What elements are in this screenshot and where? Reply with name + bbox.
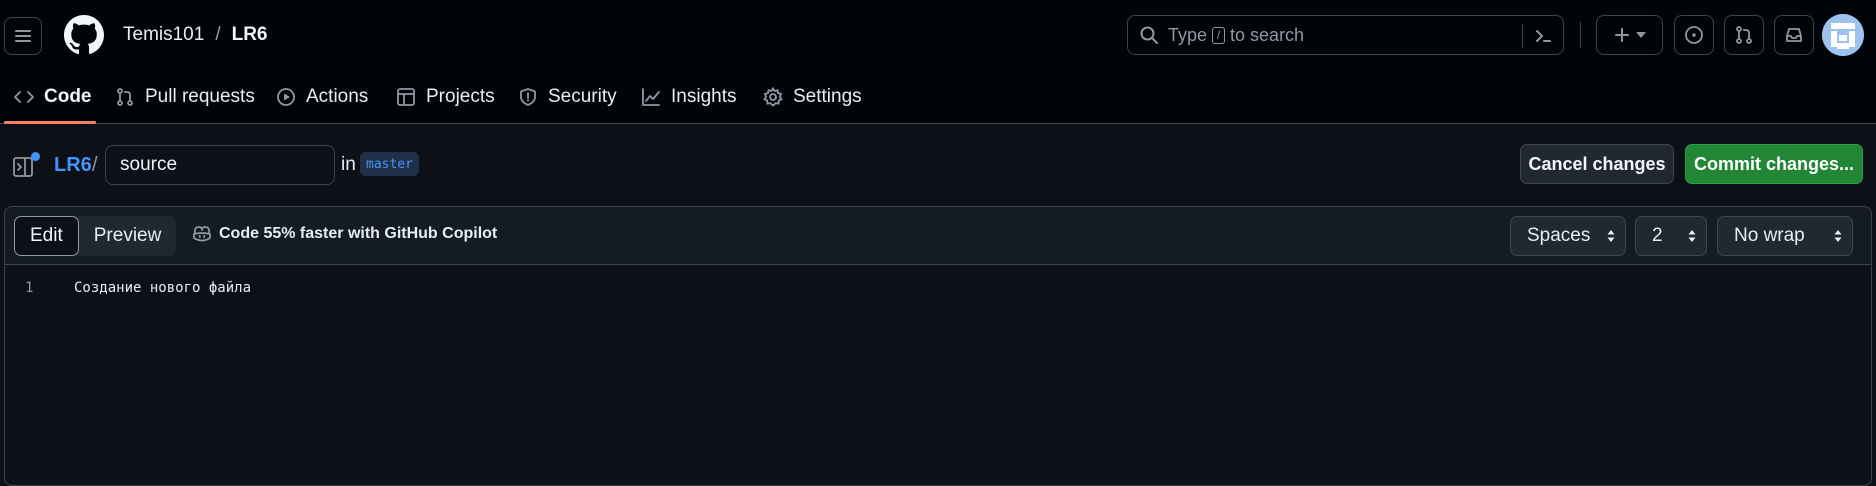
branch-badge: master	[360, 152, 419, 176]
search-placeholder: Type / to search	[1168, 25, 1304, 46]
search-placeholder-prefix: Type	[1168, 24, 1208, 45]
inbox-icon	[1784, 25, 1804, 45]
issue-opened-icon	[1684, 25, 1704, 45]
issues-button[interactable]	[1674, 15, 1714, 55]
owner-link[interactable]: Temis101	[123, 24, 204, 46]
indent-size-value: 2	[1652, 225, 1663, 246]
repo-context: Temis101 / LR6	[123, 24, 268, 46]
edit-preview-toggle: Edit Preview	[14, 216, 177, 256]
filename-field[interactable]	[105, 145, 335, 185]
context-separator: /	[215, 24, 221, 45]
search-input[interactable]: Type / to search	[1127, 15, 1564, 55]
table-icon	[396, 87, 416, 107]
github-logo-icon[interactable]	[64, 15, 104, 55]
tab-code-label: Code	[44, 86, 92, 107]
copilot-icon	[192, 225, 212, 243]
tab-actions-label: Actions	[306, 86, 369, 107]
in-label: in	[341, 154, 356, 175]
header-divider	[1580, 22, 1581, 48]
select-caret-icon	[1834, 229, 1842, 243]
file-path-bar: LR6 / in master Cancel changes Commit ch…	[0, 124, 1876, 206]
file-tree-toggle[interactable]	[12, 152, 40, 180]
git-pull-request-icon	[1734, 25, 1754, 45]
editor-toolbar: Edit Preview Code 55% faster with GitHub…	[5, 207, 1871, 265]
inbox-button[interactable]	[1774, 15, 1814, 55]
git-pull-request-icon	[115, 87, 135, 107]
tab-actions[interactable]: Actions	[276, 70, 368, 124]
indent-size-select[interactable]: 2	[1635, 216, 1707, 256]
tab-security-label: Security	[548, 86, 617, 107]
gear-icon	[763, 87, 783, 107]
code-editor: Edit Preview Code 55% faster with GitHub…	[4, 206, 1872, 486]
indent-mode-select[interactable]: Spaces	[1510, 216, 1626, 256]
tab-pull-requests-label: Pull requests	[145, 86, 255, 107]
breadcrumb-repo-link[interactable]: LR6	[54, 154, 92, 177]
select-caret-icon	[1607, 229, 1615, 243]
repo-link[interactable]: LR6	[232, 24, 268, 46]
repo-nav: Code Pull requests Actions Projects Secu…	[0, 70, 1876, 124]
shield-icon	[518, 87, 538, 107]
wrap-mode-value: No wrap	[1734, 225, 1805, 246]
tab-pull-requests[interactable]: Pull requests	[115, 70, 255, 124]
search-divider	[1522, 24, 1523, 48]
breadcrumb-separator: /	[92, 154, 98, 176]
avatar[interactable]	[1822, 14, 1864, 56]
tab-insights[interactable]: Insights	[641, 70, 736, 124]
tab-security[interactable]: Security	[518, 70, 617, 124]
hamburger-icon	[14, 28, 32, 44]
play-icon	[276, 87, 296, 107]
tab-settings[interactable]: Settings	[763, 70, 862, 124]
commit-changes-button[interactable]: Commit changes...	[1685, 144, 1863, 184]
tab-projects-label: Projects	[426, 86, 495, 107]
tab-preview[interactable]: Preview	[79, 216, 177, 256]
tab-insights-label: Insights	[671, 86, 737, 107]
indent-mode-value: Spaces	[1527, 225, 1591, 246]
select-caret-icon	[1688, 229, 1696, 243]
code-icon	[14, 89, 34, 105]
wrap-mode-select[interactable]: No wrap	[1717, 216, 1853, 256]
line-content[interactable]: Создание нового файла	[74, 280, 251, 296]
tab-settings-label: Settings	[793, 86, 862, 107]
copilot-promo-text: Code 55% faster with GitHub Copilot	[219, 225, 498, 242]
menu-button[interactable]	[4, 17, 42, 55]
notification-dot	[31, 152, 40, 161]
line-number: 1	[25, 280, 34, 296]
command-palette-icon[interactable]	[1534, 27, 1552, 45]
tab-projects[interactable]: Projects	[396, 70, 495, 124]
create-new-button[interactable]	[1596, 15, 1663, 55]
pull-requests-button[interactable]	[1724, 15, 1764, 55]
plus-icon	[1614, 27, 1630, 43]
global-header: Temis101 / LR6 Type / to search	[0, 0, 1876, 70]
tab-edit[interactable]: Edit	[14, 216, 79, 256]
tab-code[interactable]: Code	[14, 70, 92, 124]
graph-icon	[641, 87, 661, 107]
search-placeholder-suffix: to search	[1230, 24, 1305, 45]
triangle-down-icon	[1635, 32, 1646, 38]
code-line[interactable]: 1 Создание нового файла	[5, 280, 1871, 302]
search-shortcut-key: /	[1212, 26, 1226, 44]
cancel-changes-button[interactable]: Cancel changes	[1520, 144, 1674, 184]
search-icon	[1139, 25, 1159, 45]
copilot-promo-link[interactable]: Code 55% faster with GitHub Copilot	[192, 225, 497, 243]
